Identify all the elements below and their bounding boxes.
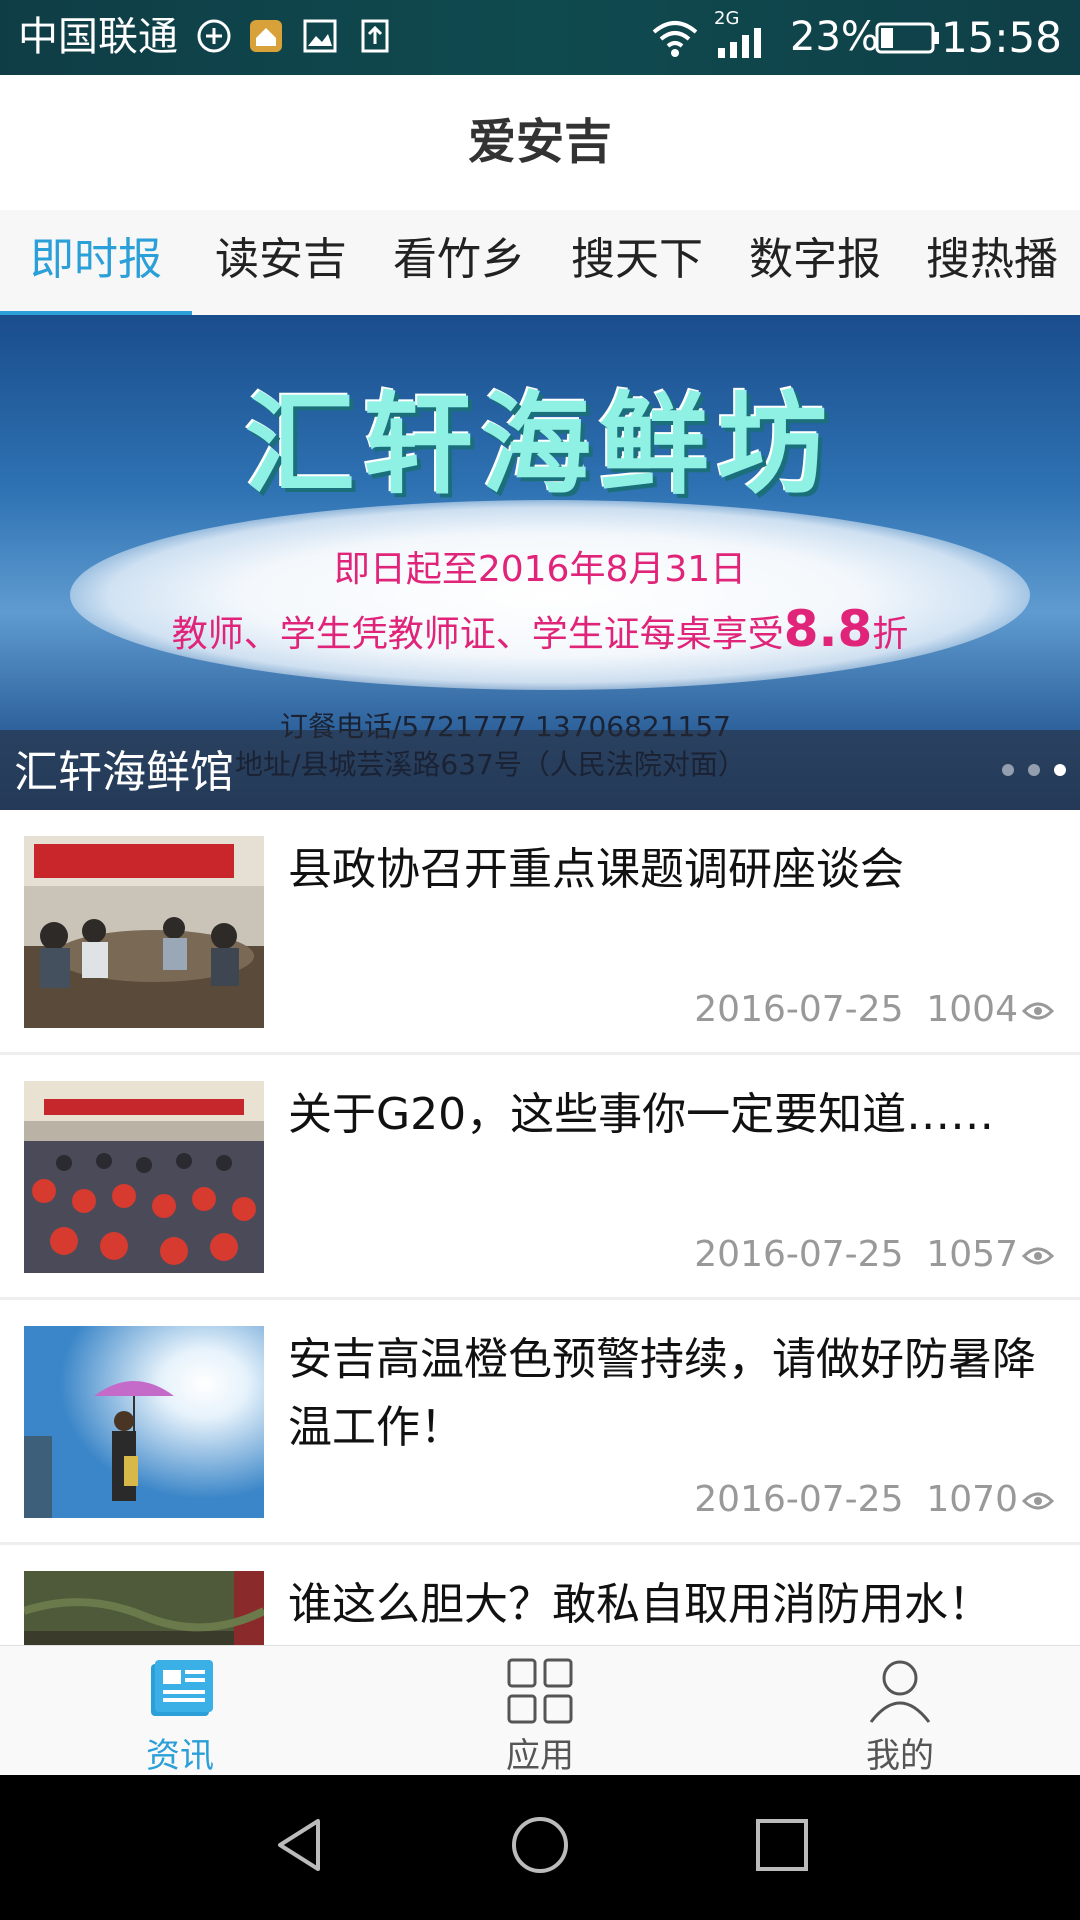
banner-promo-text: 教师、学生凭教师证、学生证每桌享受 bbox=[171, 614, 784, 655]
tab-bamboo[interactable]: 看竹乡 bbox=[370, 210, 548, 315]
street-photo bbox=[24, 1571, 264, 1645]
clock: 15:58 bbox=[940, 13, 1062, 62]
nav-profile[interactable]: 我的 bbox=[720, 1646, 1080, 1776]
news-icon bbox=[151, 1660, 213, 1716]
news-item[interactable]: 谁这么胆大？敢私自取用消防用水！ bbox=[0, 1545, 1080, 1645]
download-icon bbox=[361, 19, 389, 53]
news-date: 2016-07-25 bbox=[694, 1234, 904, 1275]
home-button-icon[interactable] bbox=[510, 1815, 570, 1875]
news-title: 县政协召开重点课题调研座谈会 bbox=[288, 844, 904, 895]
image-icon bbox=[303, 19, 337, 53]
tab-label: 看竹乡 bbox=[393, 234, 525, 285]
recents-icon[interactable] bbox=[752, 1815, 812, 1875]
news-meta: 2016-07-25 1057 bbox=[694, 1234, 1054, 1275]
meeting-photo bbox=[24, 836, 264, 1028]
battery-icon bbox=[875, 22, 939, 54]
tab-digital-paper[interactable]: 数字报 bbox=[726, 210, 904, 315]
banner-brand: 汇轩海鲜坊 bbox=[245, 381, 835, 509]
apps-grid-icon bbox=[507, 1658, 573, 1724]
news-thumbnail bbox=[24, 836, 264, 1028]
sun-umbrella-photo bbox=[24, 1326, 264, 1518]
news-date: 2016-07-25 bbox=[694, 989, 904, 1030]
eye-icon bbox=[1022, 1492, 1054, 1510]
news-title: 安吉高温橙色预警持续，请做好防暑降温工作！ bbox=[288, 1334, 1036, 1453]
nav-apps[interactable]: 应用 bbox=[360, 1646, 720, 1776]
carousel-dot[interactable] bbox=[1028, 764, 1040, 776]
news-meta: 2016-07-25 1004 bbox=[694, 989, 1054, 1030]
news-list: 县政协召开重点课题调研座谈会 2016-07-25 1004 关于G20，这些事… bbox=[0, 810, 1080, 1645]
tab-label: 搜天下 bbox=[571, 234, 703, 285]
carousel-dot[interactable] bbox=[1002, 764, 1014, 776]
news-thumbnail bbox=[24, 1081, 264, 1273]
tab-label: 即时报 bbox=[30, 234, 162, 285]
battery-percent: 23% bbox=[790, 14, 879, 60]
banner-promo-suffix: 折 bbox=[872, 614, 909, 655]
news-item[interactable]: 县政协召开重点课题调研座谈会 2016-07-25 1004 bbox=[0, 810, 1080, 1056]
app-header: 爱安吉 bbox=[0, 75, 1080, 210]
tab-hot[interactable]: 搜热播 bbox=[904, 210, 1080, 315]
news-thumbnail bbox=[24, 1326, 264, 1518]
network-type: 2G bbox=[714, 8, 740, 29]
news-item[interactable]: 关于G20，这些事你一定要知道…… 2016-07-25 1057 bbox=[0, 1055, 1080, 1301]
bottom-navigation: 资讯 应用 我的 bbox=[0, 1645, 1080, 1776]
banner-cloud-decoration bbox=[70, 500, 1030, 690]
back-icon[interactable] bbox=[270, 1815, 330, 1875]
nav-label: 我的 bbox=[866, 1736, 934, 1776]
news-title: 谁这么胆大？敢私自取用消防用水！ bbox=[288, 1579, 992, 1630]
carousel-indicator bbox=[988, 761, 1066, 780]
tab-label: 数字报 bbox=[749, 234, 881, 285]
news-date: 2016-07-25 bbox=[694, 1479, 904, 1520]
tab-label: 读安吉 bbox=[215, 234, 347, 285]
category-tabs: 即时报 读安吉 看竹乡 搜天下 数字报 搜热播 bbox=[0, 210, 1080, 316]
news-views: 1057 bbox=[926, 1234, 1018, 1275]
carousel-dot-active[interactable] bbox=[1054, 764, 1066, 776]
home-icon bbox=[250, 20, 282, 52]
banner-caption: 汇轩海鲜馆 bbox=[14, 747, 234, 798]
status-bar: 中国联通 2G 23% 15:58 bbox=[0, 0, 1080, 75]
tab-label: 搜热播 bbox=[926, 234, 1058, 285]
news-item[interactable]: 安吉高温橙色预警持续，请做好防暑降温工作！ 2016-07-25 1070 bbox=[0, 1300, 1080, 1546]
eye-icon bbox=[1022, 1002, 1054, 1020]
news-views: 1004 bbox=[926, 989, 1018, 1030]
news-views: 1070 bbox=[926, 1479, 1018, 1520]
tab-read-anji[interactable]: 读安吉 bbox=[192, 210, 370, 315]
carrier-name: 中国联通 bbox=[18, 14, 178, 60]
news-thumbnail bbox=[24, 1571, 264, 1645]
promo-banner[interactable]: 汇轩海鲜坊 即日起至2016年8月31日 教师、学生凭教师证、学生证每桌享受8.… bbox=[0, 315, 1080, 810]
page-title: 爱安吉 bbox=[467, 114, 612, 170]
user-icon bbox=[869, 1660, 931, 1723]
conference-photo bbox=[24, 1081, 264, 1273]
signal-icon bbox=[718, 28, 761, 58]
banner-address: 地址/县城芸溪路637号（人民法院对面） bbox=[235, 748, 746, 781]
news-meta: 2016-07-25 1070 bbox=[694, 1479, 1054, 1520]
banner-promo-date: 即日起至2016年8月31日 bbox=[333, 549, 747, 590]
tab-world[interactable]: 搜天下 bbox=[548, 210, 726, 315]
tab-instant-news[interactable]: 即时报 bbox=[0, 210, 192, 315]
nav-label: 应用 bbox=[506, 1736, 574, 1776]
banner-promo-offer: 教师、学生凭教师证、学生证每桌享受8.8折 bbox=[0, 600, 1080, 658]
nav-label: 资讯 bbox=[146, 1736, 214, 1776]
system-navigation-bar bbox=[0, 1775, 1080, 1920]
banner-discount: 8.8 bbox=[783, 600, 873, 658]
news-title: 关于G20，这些事你一定要知道…… bbox=[288, 1089, 995, 1140]
wifi-icon bbox=[652, 21, 698, 57]
nav-news[interactable]: 资讯 bbox=[0, 1646, 360, 1776]
sim-icon bbox=[197, 19, 231, 53]
eye-icon bbox=[1022, 1247, 1054, 1265]
